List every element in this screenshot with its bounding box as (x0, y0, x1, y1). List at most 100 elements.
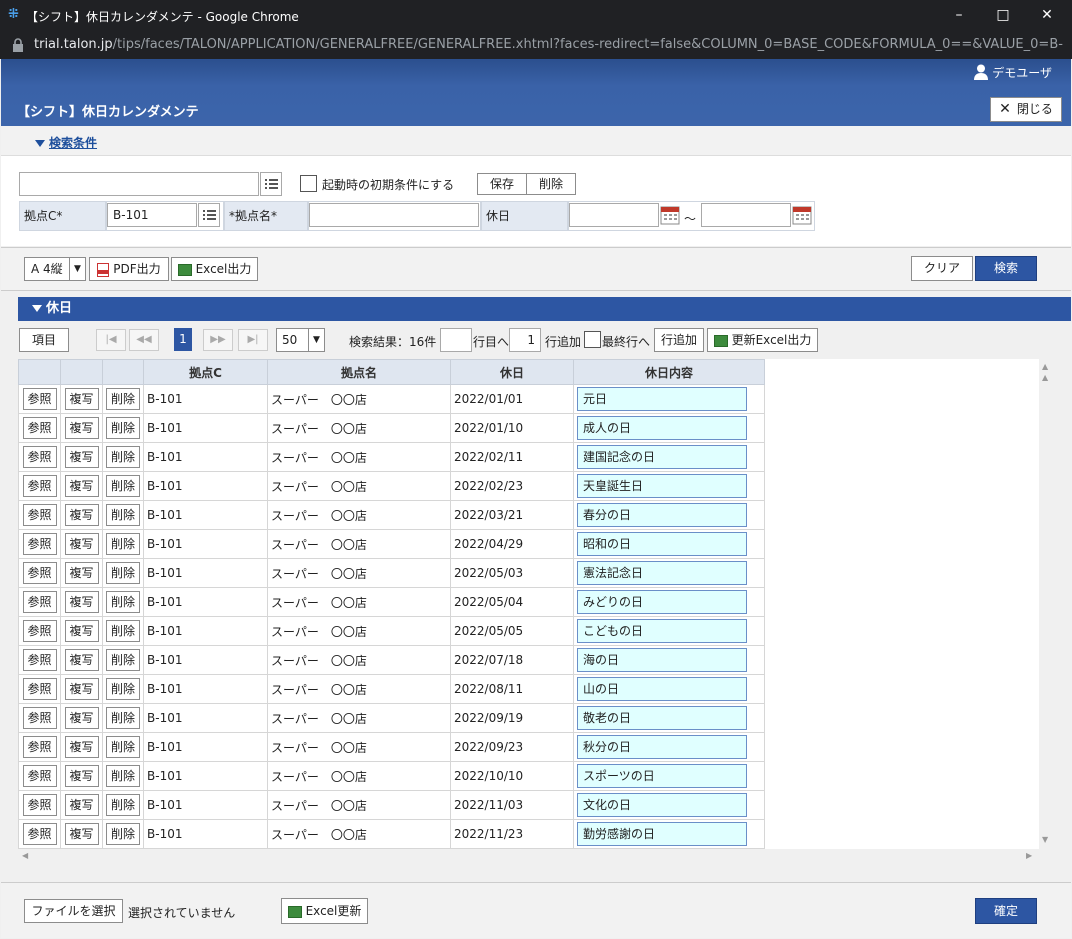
calendar-icon[interactable] (660, 205, 680, 225)
copy-button[interactable]: 複写 (64, 475, 99, 497)
delete-row-button[interactable]: 削除 (106, 649, 140, 671)
col-header-holiday-content[interactable]: 休日内容 (573, 359, 765, 385)
search-button[interactable]: 検索 (975, 256, 1037, 281)
reference-button[interactable]: 参照 (22, 707, 57, 729)
copy-button[interactable]: 複写 (64, 504, 99, 526)
copy-button[interactable]: 複写 (64, 794, 99, 816)
delete-row-button[interactable]: 削除 (106, 823, 140, 845)
holiday-content-input[interactable]: 天皇誕生日 (577, 474, 747, 498)
prev-page-icon[interactable]: ◀◀ (129, 329, 159, 351)
goto-row-label[interactable]: 行目へ (473, 333, 509, 350)
address-bar[interactable]: trial.talon.jp/tips/faces/TALON/APPLICAT… (0, 31, 1072, 59)
holiday-content-input[interactable]: スポーツの日 (577, 764, 747, 788)
reference-button[interactable]: 参照 (22, 562, 57, 584)
delete-row-button[interactable]: 削除 (106, 504, 140, 526)
copy-button[interactable]: 複写 (64, 765, 99, 787)
holiday-content-input[interactable]: 春分の日 (577, 503, 747, 527)
date-from-input[interactable] (569, 203, 659, 227)
reference-button[interactable]: 参照 (22, 446, 57, 468)
delete-row-button[interactable]: 削除 (106, 736, 140, 758)
condition-list-button[interactable] (260, 172, 282, 196)
holiday-content-input[interactable]: 山の日 (577, 677, 747, 701)
reference-button[interactable]: 参照 (22, 388, 57, 410)
file-select-button[interactable]: ファイルを選択 (24, 899, 123, 923)
reference-button[interactable]: 参照 (22, 736, 57, 758)
base-code-input[interactable]: B-101 (107, 203, 197, 227)
col-header-holiday[interactable]: 休日 (450, 359, 574, 385)
copy-button[interactable]: 複写 (64, 533, 99, 555)
scroll-left-icon[interactable]: ◀ (22, 851, 28, 860)
delete-row-button[interactable]: 削除 (106, 591, 140, 613)
excel-output-button[interactable]: Excel出力 (171, 257, 258, 281)
maximize-icon[interactable]: □ (980, 0, 1026, 31)
copy-button[interactable]: 複写 (64, 678, 99, 700)
holiday-content-input[interactable]: 昭和の日 (577, 532, 747, 556)
url-text[interactable]: trial.talon.jp/tips/faces/TALON/APPLICAT… (34, 37, 1064, 52)
update-excel-button[interactable]: 更新Excel出力 (707, 328, 818, 352)
holiday-content-input[interactable]: 勤労感謝の日 (577, 822, 747, 846)
condition-name-input[interactable] (19, 172, 259, 196)
reference-button[interactable]: 参照 (22, 823, 57, 845)
delete-row-button[interactable]: 削除 (106, 446, 140, 468)
current-page[interactable]: 1 (174, 328, 192, 351)
minimize-icon[interactable]: – (936, 0, 982, 31)
copy-button[interactable]: 複写 (64, 823, 99, 845)
delete-row-button[interactable]: 削除 (106, 388, 140, 410)
pdf-output-button[interactable]: PDF出力 (89, 257, 169, 281)
holiday-content-input[interactable]: 海の日 (577, 648, 747, 672)
save-condition-button[interactable]: 保存 (477, 173, 527, 195)
confirm-button[interactable]: 確定 (975, 898, 1037, 924)
delete-row-button[interactable]: 削除 (106, 533, 140, 555)
base-name-input[interactable] (309, 203, 479, 227)
delete-row-button[interactable]: 削除 (106, 417, 140, 439)
copy-button[interactable]: 複写 (64, 562, 99, 584)
add-count-input[interactable]: 1 (509, 328, 541, 352)
close-button[interactable]: ✕ 閉じる (990, 97, 1062, 122)
reference-button[interactable]: 参照 (22, 649, 57, 671)
close-window-icon[interactable]: ✕ (1024, 0, 1070, 31)
last-row-checkbox[interactable] (584, 331, 601, 348)
scroll-up-icon[interactable]: ▲ (1042, 373, 1048, 382)
copy-button[interactable]: 複写 (64, 446, 99, 468)
reference-button[interactable]: 参照 (22, 533, 57, 555)
copy-button[interactable]: 複写 (64, 620, 99, 642)
add-row-link[interactable]: 行追加 (545, 333, 581, 350)
delete-row-button[interactable]: 削除 (106, 562, 140, 584)
delete-row-button[interactable]: 削除 (106, 620, 140, 642)
calendar-icon[interactable] (792, 205, 812, 225)
delete-row-button[interactable]: 削除 (106, 678, 140, 700)
copy-button[interactable]: 複写 (64, 707, 99, 729)
copy-button[interactable]: 複写 (64, 417, 99, 439)
reference-button[interactable]: 参照 (22, 794, 57, 816)
paper-size-select[interactable]: A 4縦 ▼ (24, 257, 86, 281)
copy-button[interactable]: 複写 (64, 649, 99, 671)
excel-update-button[interactable]: Excel更新 (281, 898, 368, 924)
delete-row-button[interactable]: 削除 (106, 707, 140, 729)
first-page-icon[interactable]: |◀ (96, 329, 126, 351)
initial-condition-checkbox[interactable] (300, 175, 317, 192)
reference-button[interactable]: 参照 (22, 504, 57, 526)
copy-button[interactable]: 複写 (64, 736, 99, 758)
goto-row-input[interactable] (440, 328, 472, 352)
scroll-down-icon[interactable]: ▼ (1042, 835, 1048, 844)
delete-row-button[interactable]: 削除 (106, 765, 140, 787)
scroll-right-icon[interactable]: ▶ (1026, 851, 1032, 860)
results-header[interactable]: 休日 (18, 297, 1071, 321)
col-header-base-code[interactable]: 拠点C (143, 359, 268, 385)
col-header-base-name[interactable]: 拠点名 (267, 359, 451, 385)
reference-button[interactable]: 参照 (22, 620, 57, 642)
holiday-content-input[interactable]: 元日 (577, 387, 747, 411)
scroll-up-icon[interactable]: ▲ (1042, 362, 1048, 371)
holiday-content-input[interactable]: 建国記念の日 (577, 445, 747, 469)
holiday-content-input[interactable]: 敬老の日 (577, 706, 747, 730)
last-page-icon[interactable]: ▶| (238, 329, 268, 351)
reference-button[interactable]: 参照 (22, 765, 57, 787)
holiday-content-input[interactable]: 文化の日 (577, 793, 747, 817)
copy-button[interactable]: 複写 (64, 388, 99, 410)
base-code-list-button[interactable] (198, 203, 220, 227)
items-button[interactable]: 項目 (19, 328, 69, 352)
reference-button[interactable]: 参照 (22, 678, 57, 700)
copy-button[interactable]: 複写 (64, 591, 99, 613)
vertical-scrollbar[interactable]: ▲ ▲ ▼ (1039, 359, 1054, 849)
horizontal-scrollbar[interactable]: ◀ ▶ (18, 849, 1054, 864)
